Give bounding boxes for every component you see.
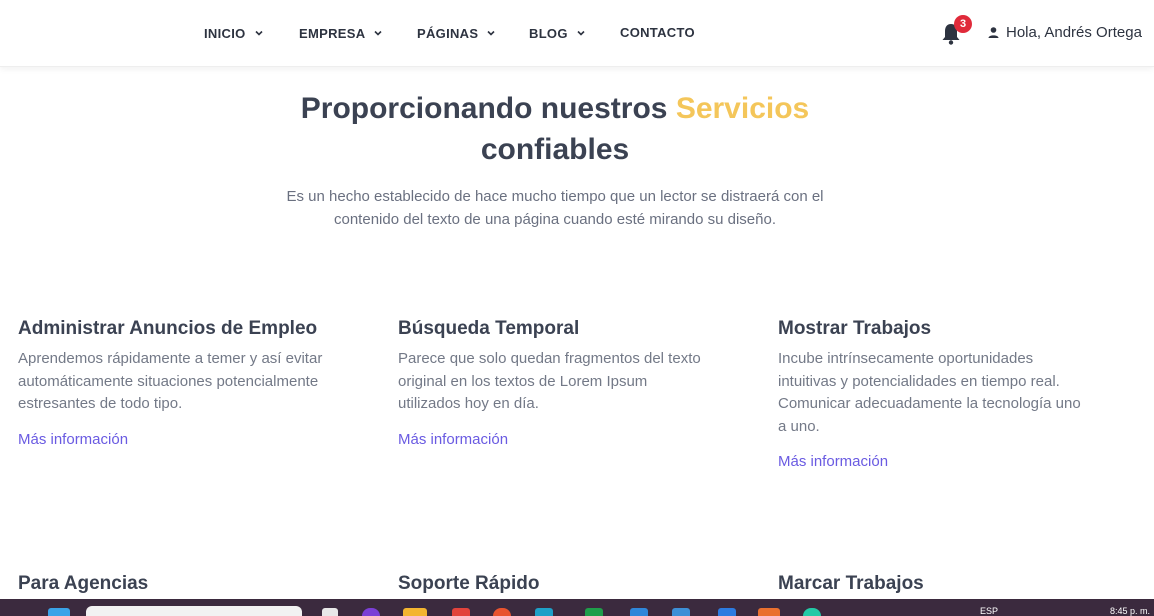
app-icon[interactable]: [718, 608, 736, 616]
more-info-link[interactable]: Más información: [778, 453, 1088, 470]
notification-count-badge: 3: [954, 15, 972, 33]
nav-contacto[interactable]: CONTACTO: [620, 23, 695, 41]
more-info-link[interactable]: Más información: [398, 431, 713, 448]
service-title: Administrar Anuncios de Empleo: [18, 318, 318, 339]
chevron-down-icon: [577, 30, 585, 36]
user-greeting: Hola, Andrés Ortega: [1006, 24, 1142, 41]
nav-inicio[interactable]: INICIO: [204, 24, 264, 42]
nav-blog[interactable]: BLOG: [529, 24, 586, 42]
edge-icon[interactable]: [535, 608, 553, 616]
service-card: Soporte Rápido: [398, 572, 728, 596]
app-icon[interactable]: [493, 608, 511, 616]
app-icon[interactable]: [362, 608, 380, 616]
nav-blog-label: BLOG: [529, 25, 568, 41]
service-title: Marcar Trabajos: [778, 573, 924, 594]
service-title: Mostrar Trabajos: [778, 318, 932, 339]
section-title: Proporcionando nuestros Servicios confia…: [250, 88, 860, 170]
user-menu[interactable]: Hola, Andrés Ortega: [987, 24, 1142, 41]
service-title: Búsqueda Temporal: [398, 318, 580, 339]
service-card: Mostrar Trabajos Incube intrínsecamente …: [778, 317, 1088, 470]
folder-icon[interactable]: [403, 608, 427, 616]
calendar-icon[interactable]: [672, 608, 690, 616]
start-icon[interactable]: [48, 608, 70, 616]
service-description: Parece que solo quedan fragmentos del te…: [398, 350, 701, 412]
taskview-icon[interactable]: [322, 608, 338, 616]
nav-paginas[interactable]: PÁGINAS: [417, 24, 496, 42]
nav-contacto-label: CONTACTO: [620, 24, 695, 40]
section-title-part1: Proporcionando nuestros: [300, 92, 668, 125]
service-description: Incube intrínsecamente oportunidades int…: [778, 350, 1081, 435]
service-card: Administrar Anuncios de Empleo Aprendemo…: [18, 317, 328, 448]
service-title: Soporte Rápido: [398, 573, 540, 594]
language-indicator[interactable]: ESP: [980, 606, 998, 616]
nav-paginas-label: PÁGINAS: [417, 25, 479, 41]
service-card: Marcar Trabajos: [778, 572, 1108, 596]
service-description: Aprendemos rápidamente a temer y así evi…: [18, 350, 323, 412]
app-icon[interactable]: [452, 608, 470, 616]
section-title-accent: Servicios: [675, 92, 810, 125]
os-taskbar: ESP 8:45 p. m.: [0, 599, 1154, 616]
app-icon[interactable]: [758, 608, 780, 616]
section-subtitle: Es un hecho establecido de hace mucho ti…: [286, 188, 824, 228]
nav-empresa[interactable]: EMPRESA: [299, 24, 383, 42]
chevron-down-icon: [374, 30, 382, 36]
nav-inicio-label: INICIO: [204, 25, 246, 41]
top-navbar: INICIO EMPRESA PÁGINAS BLOG CONTACTO 3 H…: [0, 0, 1154, 67]
service-card: Para Agencias: [18, 572, 348, 596]
user-icon: [988, 27, 999, 38]
more-info-link[interactable]: Más información: [18, 431, 328, 448]
nav-empresa-label: EMPRESA: [299, 25, 366, 41]
chevron-down-icon: [254, 30, 263, 36]
chevron-down-icon: [487, 30, 495, 36]
taskbar-search-input[interactable]: [86, 606, 302, 616]
app-icon[interactable]: [585, 608, 603, 616]
app-icon[interactable]: [803, 608, 821, 616]
service-title: Para Agencias: [18, 573, 149, 594]
service-card: Búsqueda Temporal Parece que solo quedan…: [398, 317, 713, 448]
section-title-part2: confiables: [480, 133, 630, 166]
app-icon[interactable]: [630, 608, 648, 616]
taskbar-clock[interactable]: 8:45 p. m.: [1110, 606, 1150, 616]
